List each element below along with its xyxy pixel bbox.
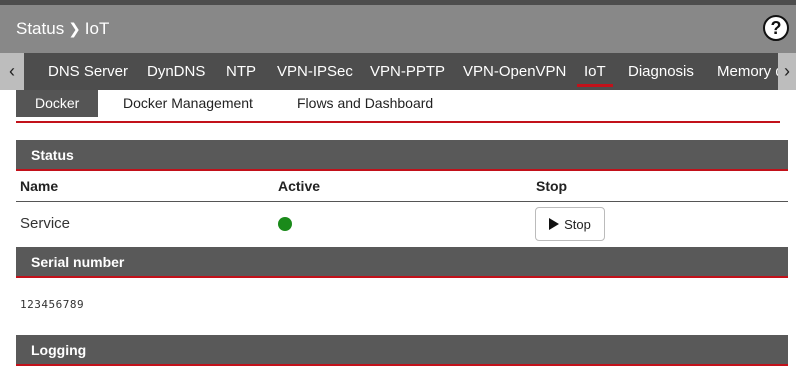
tab-vpn-ipsec[interactable]: VPN-IPSec — [277, 53, 353, 90]
breadcrumb-parent[interactable]: Status — [16, 19, 64, 39]
breadcrumb: Status ❯ IoT — [16, 19, 109, 39]
tab-ntp[interactable]: NTP — [226, 53, 256, 90]
column-header-active: Active — [278, 178, 321, 194]
subtab-docker-management[interactable]: Docker Management — [104, 90, 272, 117]
tabs-scroll-right-button[interactable]: › — [778, 53, 796, 90]
tab-diagnosis[interactable]: Diagnosis — [628, 53, 694, 90]
serial-number-value: 123456789 — [20, 298, 85, 311]
tab-vpn-pptp[interactable]: VPN-PPTP — [370, 53, 445, 90]
breadcrumb-current: IoT — [84, 19, 110, 38]
tab-dns-server[interactable]: DNS Server — [48, 53, 128, 90]
tab-dyndns[interactable]: DynDNS — [147, 53, 205, 90]
stop-button[interactable]: Stop — [535, 207, 605, 241]
page-header: Status ❯ IoT ? — [0, 5, 796, 53]
column-header-name: Name — [20, 178, 59, 194]
subtab-bar: Docker Docker Management Flows and Dashb… — [16, 90, 780, 123]
tab-vpn-openvpn[interactable]: VPN-OpenVPN — [463, 53, 566, 90]
tab-bar: ‹ DNS Server DynDNS NTP VPN-IPSec VPN-PP… — [0, 53, 796, 90]
tab-memory[interactable]: Memory d — [717, 53, 784, 90]
subtab-docker[interactable]: Docker — [16, 90, 99, 117]
tabs-scroll-left-button[interactable]: ‹ — [0, 53, 24, 90]
subtab-flows-and-dashboard[interactable]: Flows and Dashboard — [278, 90, 452, 117]
play-icon — [549, 218, 560, 230]
tab-iot[interactable]: IoT — [577, 53, 613, 90]
logging-section-header: Logging — [16, 335, 788, 366]
chevron-right-icon: › — [784, 61, 790, 81]
chevron-right-icon: ❯ — [68, 21, 81, 38]
status-section-header: Status — [16, 140, 788, 171]
column-header-stop: Stop — [536, 178, 568, 194]
chevron-left-icon: ‹ — [9, 61, 15, 81]
help-button[interactable]: ? — [763, 15, 789, 41]
service-name-cell: Service — [20, 215, 71, 232]
table-divider — [16, 201, 788, 202]
serial-number-section-header: Serial number — [16, 247, 788, 278]
stop-button-label: Stop — [564, 216, 591, 232]
active-status-indicator — [278, 217, 292, 231]
